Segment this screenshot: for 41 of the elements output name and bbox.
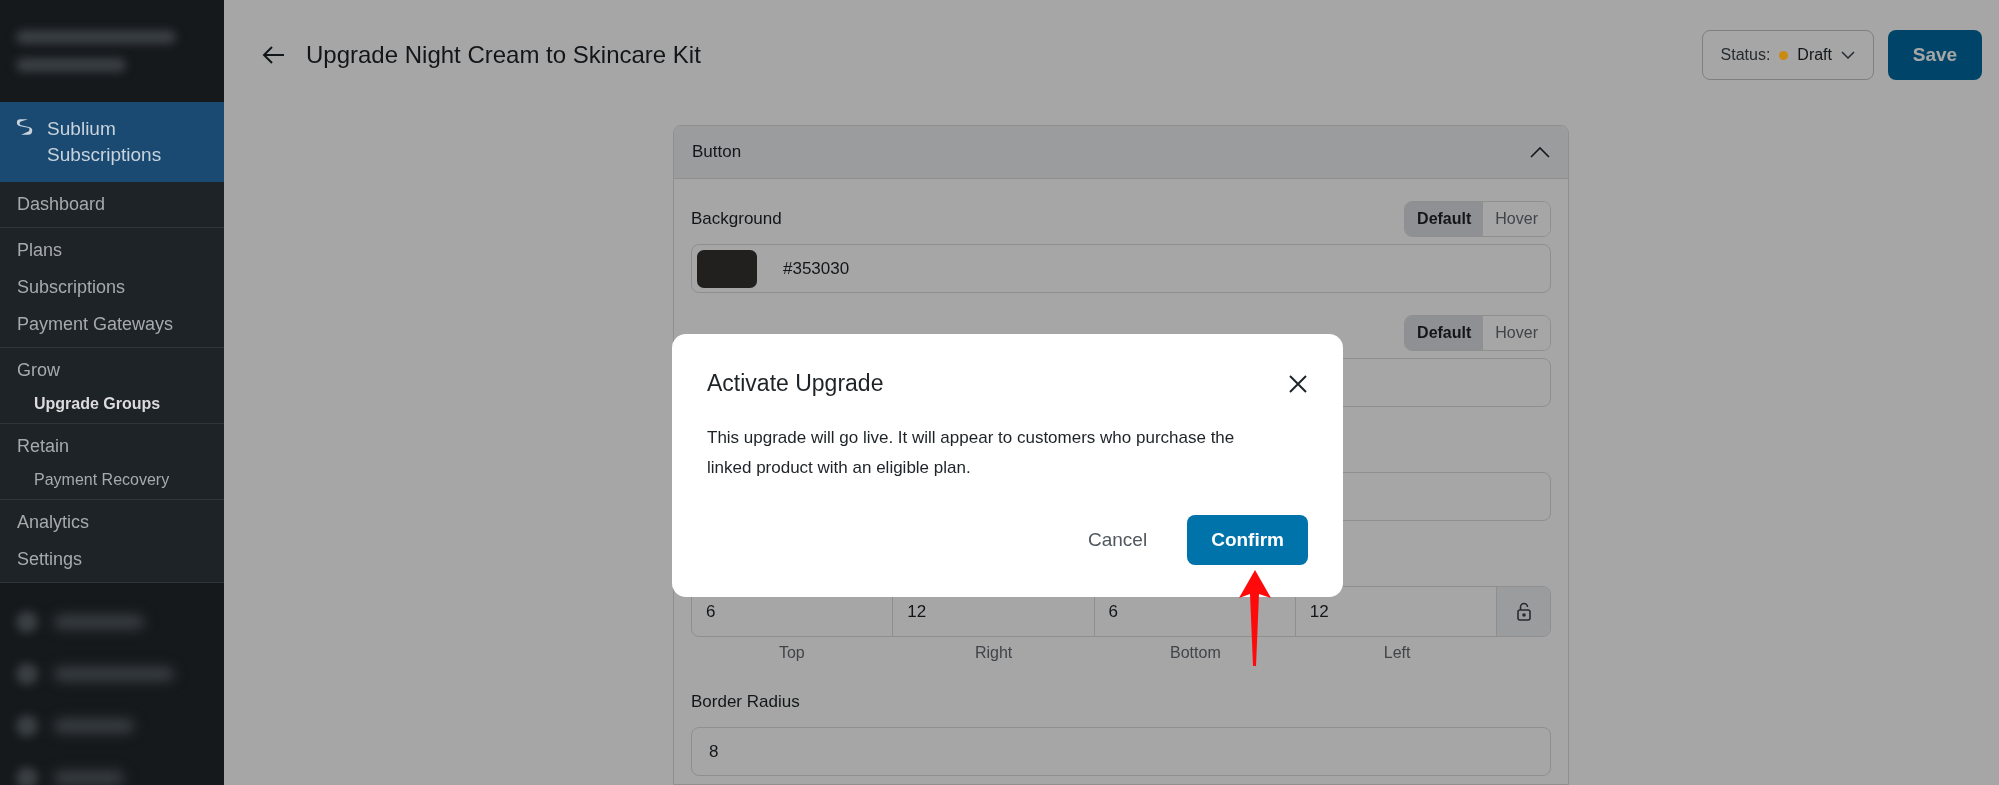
section-header[interactable]: Button	[674, 126, 1568, 179]
color-swatch[interactable]	[697, 249, 757, 288]
save-button[interactable]: Save	[1888, 30, 1982, 80]
sidebar-item[interactable]: Subscriptions	[0, 269, 224, 306]
chevron-down-icon	[1841, 51, 1855, 59]
sidebar-item[interactable]: Grow	[0, 352, 224, 389]
section-title: Button	[692, 142, 742, 162]
status-dropdown[interactable]: Status: Draft	[1701, 30, 1874, 80]
sidebar-item[interactable]: Dashboard	[0, 186, 224, 223]
sidebar-item[interactable]: Payment Recovery	[0, 465, 224, 495]
field-label: Border Radius	[691, 692, 800, 712]
state-tab[interactable]: Default	[1405, 202, 1484, 236]
side-label: Bottom	[1169, 644, 1222, 662]
logo-icon	[16, 116, 34, 138]
input-field[interactable]: 8	[691, 727, 1551, 776]
side-label: Top	[777, 644, 806, 662]
sidebar-item[interactable]: Payment Gateways	[0, 306, 224, 343]
close-button[interactable]	[1288, 373, 1308, 394]
side-label: Left	[1382, 644, 1412, 662]
unlock-icon	[1515, 601, 1532, 622]
field-value: #353030	[782, 258, 850, 279]
back-arrow-icon[interactable]	[262, 45, 286, 65]
plugin-menu-header[interactable]: Sublium Subscriptions	[0, 102, 224, 182]
lock-button[interactable]	[1497, 587, 1550, 636]
page-title: Upgrade Night Cream to Skincare Kit	[306, 41, 702, 69]
sidebar-item[interactable]: Upgrade Groups	[0, 389, 224, 419]
side-label: Right	[973, 644, 1014, 662]
state-tab[interactable]: Default	[1405, 316, 1484, 350]
field-value: 8	[708, 741, 719, 762]
plugin-name: Sublium Subscriptions	[47, 117, 163, 167]
color-field[interactable]: #353030	[691, 244, 1551, 293]
confirm-button[interactable]: Confirm	[1187, 515, 1308, 565]
sidebar-item[interactable]: Settings	[0, 541, 224, 578]
dialog-title: Activate Upgrade	[707, 370, 884, 397]
sidebar-item[interactable]: Analytics	[0, 504, 224, 541]
close-icon	[1288, 373, 1308, 394]
dialog-message: This upgrade will go live. It will appear to customers who purchase the linked product with an eligible plan.	[707, 427, 1236, 479]
cancel-button[interactable]: Cancel	[1082, 528, 1154, 552]
sidebar-item[interactable]: Plans	[0, 232, 224, 269]
sidebar-item[interactable]: Retain	[0, 428, 224, 465]
field-label: Background	[691, 209, 782, 229]
